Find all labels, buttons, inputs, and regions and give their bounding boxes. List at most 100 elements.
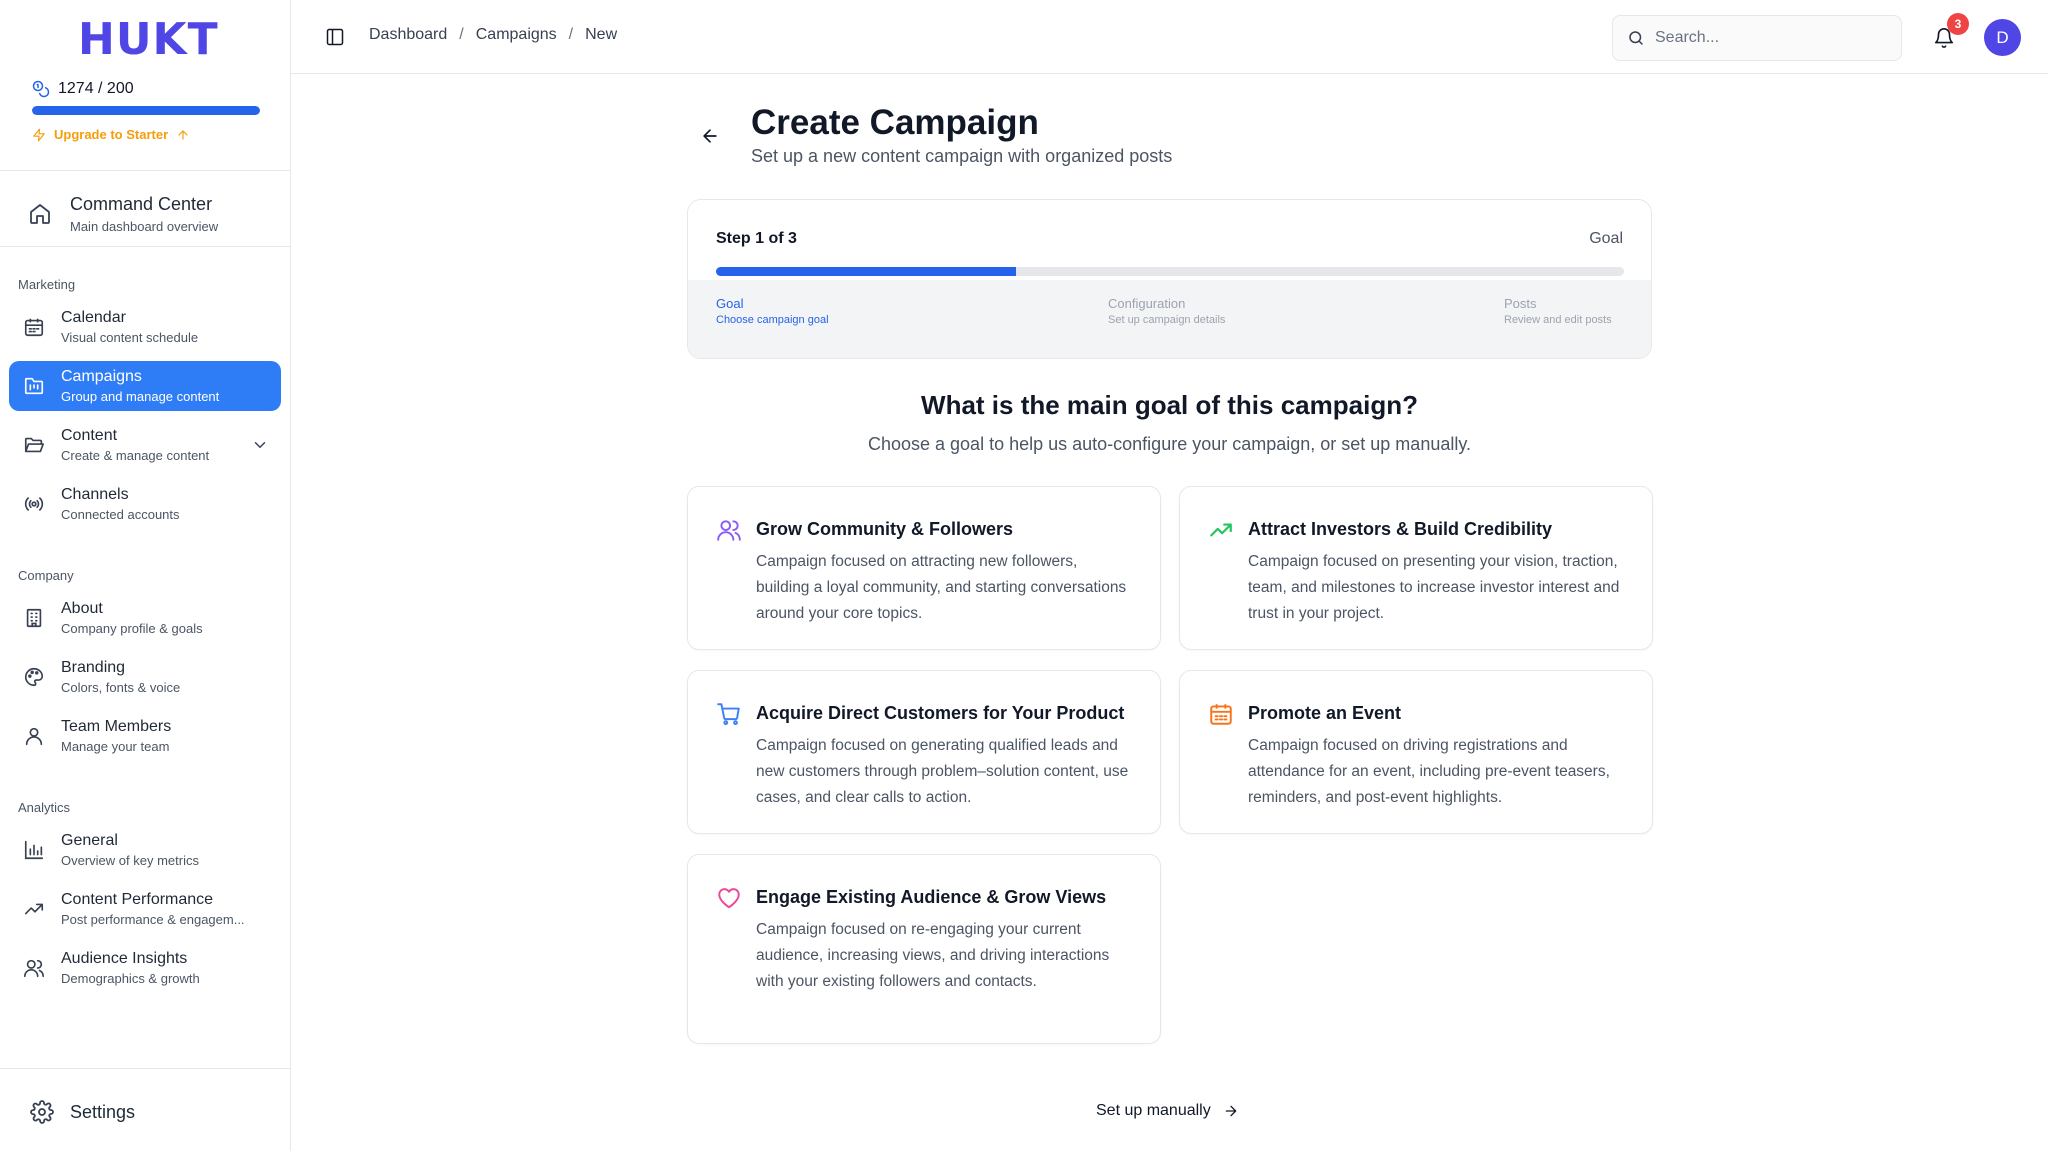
sidebar-item-desc: Create & manage content (61, 448, 210, 463)
sidebar-item-desc: Group and manage content (61, 389, 220, 404)
goal-card-promote-event[interactable]: Promote an Event Campaign focused on dri… (1179, 670, 1653, 834)
back-arrow-icon[interactable] (700, 126, 720, 146)
sidebar-item-desc: Visual content schedule (61, 330, 199, 345)
goal-card-desc: Campaign focused on generating qualified… (756, 737, 1129, 806)
sidebar-item-content-performance[interactable]: Content Performance Post performance & en… (9, 884, 281, 934)
breadcrumb-campaigns[interactable]: Campaigns (476, 26, 557, 44)
shopping-cart-icon (717, 703, 740, 726)
group-label-company: Company (18, 568, 74, 583)
divider (0, 246, 291, 247)
sidebar-item-desc: Post performance & engagem... (61, 912, 245, 927)
setup-manually-label: Set up manually (1096, 1102, 1211, 1119)
coins-icon (32, 80, 50, 98)
sidebar-item-label: Command Center (70, 194, 213, 214)
page-title: Create Campaign (751, 103, 1039, 142)
credits-widget: 1274 / 200 Upgrade to Starter (32, 80, 260, 142)
step-posts: Posts Review and edit posts (1504, 296, 1612, 326)
sidebar-item-desc: Company profile & goals (61, 621, 203, 636)
step-counter: Step 1 of 3 (716, 230, 797, 247)
trending-up-icon (24, 903, 44, 915)
settings-label: Settings (70, 1101, 136, 1122)
breadcrumb-new: New (585, 26, 618, 43)
trending-up-icon (1210, 523, 1232, 537)
notification-badge: 3 (1947, 13, 1969, 35)
sidebar-item-command-center[interactable]: Command Center Main dashboard overview (28, 194, 218, 234)
goal-card-grow-community[interactable]: Grow Community & Followers Campaign focu… (687, 486, 1161, 650)
palette-icon (25, 667, 44, 687)
sidebar-item-label: Content Performance (61, 891, 214, 908)
sidebar-item-settings[interactable]: Settings (30, 1100, 135, 1124)
step-progress (716, 267, 1624, 276)
goal-card-title: Engage Existing Audience & Grow Views (756, 887, 1107, 907)
credits-count: 1274 / 200 (58, 80, 134, 97)
logo[interactable]: HUKT (78, 14, 219, 65)
breadcrumb: Dashboard / Campaigns / New (369, 26, 617, 44)
breadcrumb-separator: / (459, 26, 464, 43)
sidebar-item-desc: Manage your team (61, 739, 170, 754)
user-icon (25, 727, 43, 746)
goal-card-title: Attract Investors & Build Credibility (1248, 519, 1553, 539)
users-icon (24, 959, 44, 978)
arrow-up-icon (178, 129, 188, 140)
search-box[interactable] (1612, 15, 1902, 61)
sidebar-item-campaigns[interactable]: Campaigns Group and manage content (9, 361, 281, 411)
avatar[interactable]: D (1984, 19, 2021, 56)
chevron-down-icon[interactable] (251, 436, 269, 454)
goal-card-engage-audience[interactable]: Engage Existing Audience & Grow Views Ca… (687, 854, 1161, 1044)
sidebar-item-label: Audience Insights (61, 950, 188, 967)
goal-question: What is the main goal of this campaign? (921, 390, 1418, 420)
group-label-marketing: Marketing (18, 277, 76, 292)
sidebar-item-label: General (61, 832, 118, 849)
sidebar-item-about[interactable]: About Company profile & goals (9, 593, 281, 643)
calendar-icon (24, 318, 44, 337)
search-input[interactable] (1655, 29, 1885, 47)
building-icon (26, 608, 42, 628)
setup-manually-button[interactable]: Set up manually (1096, 1102, 1239, 1120)
divider (0, 1068, 291, 1069)
calendar-icon (1210, 704, 1232, 725)
sidebar-item-team-members[interactable]: Team Members Manage your team (9, 711, 281, 761)
bar-chart-icon (24, 840, 44, 860)
sidebar-item-desc: Main dashboard overview (70, 219, 219, 234)
sidebar-item-desc: Demographics & growth (61, 971, 200, 986)
sidebar-item-desc: Colors, fonts & voice (61, 680, 181, 695)
folder-kanban-icon (24, 377, 44, 395)
sidebar-item-audience-insights[interactable]: Audience Insights Demographics & growth (9, 943, 281, 993)
step-current-name: Goal (1589, 230, 1623, 247)
credits-progress (32, 106, 260, 115)
gear-icon (30, 1100, 54, 1124)
goal-card-desc: Campaign focused on re-engaging your cur… (756, 921, 1110, 990)
sidebar-item-general[interactable]: General Overview of key metrics (9, 825, 281, 875)
sidebar-item-label: Campaigns (61, 368, 142, 385)
sidebar-toggle-icon[interactable] (325, 27, 345, 47)
upgrade-link[interactable]: Upgrade to Starter (32, 127, 260, 142)
breadcrumb-separator: / (568, 26, 574, 43)
breadcrumb-dashboard[interactable]: Dashboard (369, 26, 447, 44)
sidebar-item-branding[interactable]: Branding Colors, fonts & voice (9, 652, 281, 702)
sidebar-item-desc: Connected accounts (61, 507, 180, 522)
sidebar-item-label: Calendar (61, 309, 126, 326)
sidebar-item-channels[interactable]: Channels Connected accounts (9, 479, 281, 529)
divider (0, 170, 291, 171)
goal-card-desc: Campaign focused on presenting your visi… (1248, 553, 1620, 622)
folder-open-icon (24, 437, 44, 453)
goal-card-attract-investors[interactable]: Attract Investors & Build Credibility Ca… (1179, 486, 1653, 650)
step-goal: Goal Choose campaign goal (716, 296, 829, 326)
goal-card-desc: Campaign focused on attracting new follo… (756, 553, 1127, 622)
home-icon (30, 204, 50, 224)
heart-icon (718, 888, 740, 909)
stepper: Step 1 of 3 Goal Goal Choose campaign go… (687, 199, 1652, 359)
arrow-right-icon (1225, 1105, 1237, 1117)
sidebar-item-content[interactable]: Content Create & manage content (9, 420, 281, 470)
group-label-analytics: Analytics (18, 800, 71, 815)
sidebar-item-label: Team Members (61, 718, 172, 735)
upgrade-label: Upgrade to Starter (54, 127, 169, 142)
sidebar-item-label: Branding (61, 659, 126, 676)
goal-card-desc: Campaign focused on driving registration… (1248, 737, 1610, 806)
goal-card-acquire-customers[interactable]: Acquire Direct Customers for Your Produc… (687, 670, 1161, 834)
goal-card-title: Acquire Direct Customers for Your Produc… (756, 703, 1125, 723)
radio-icon (24, 497, 44, 511)
sidebar-item-desc: Overview of key metrics (61, 853, 199, 868)
sidebar: HUKT 1274 / 200 Upgrade to Starter Comma… (0, 0, 291, 1151)
sidebar-item-calendar[interactable]: Calendar Visual content schedule (9, 302, 281, 352)
